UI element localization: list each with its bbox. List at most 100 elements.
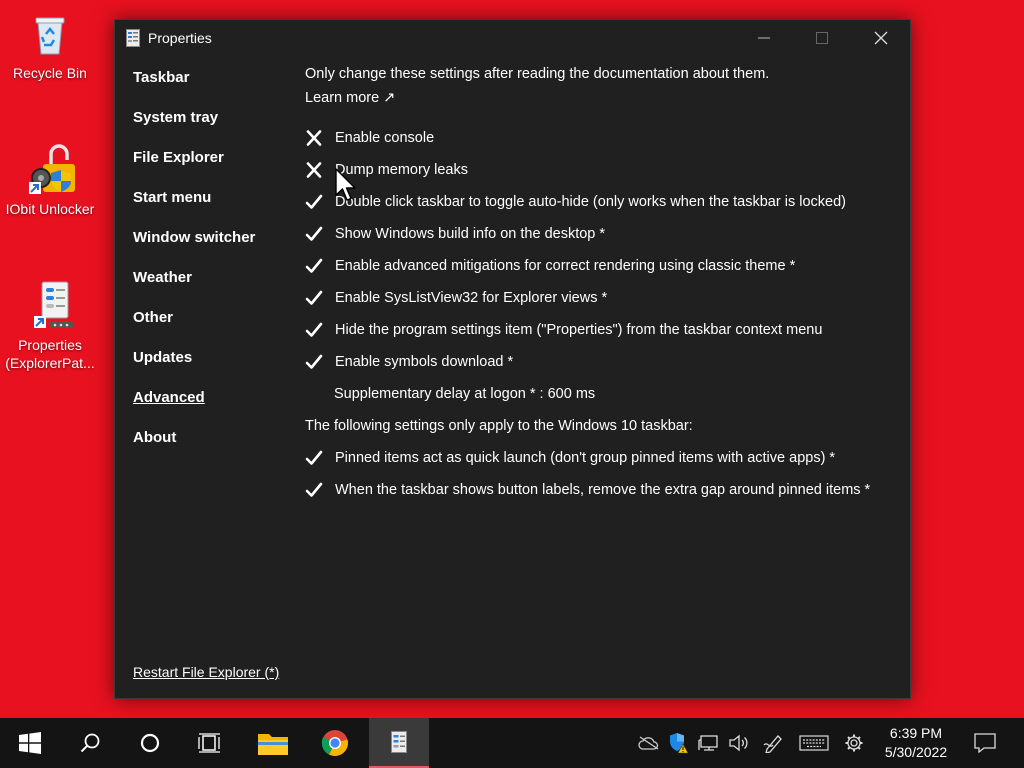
restart-file-explorer-link[interactable]: Restart File Explorer (*) — [133, 664, 279, 680]
nav-item-system-tray[interactable]: System tray — [133, 108, 293, 148]
setting-label: Enable SysListView32 for Explorer views … — [335, 290, 608, 306]
setting-label: Enable symbols download * — [335, 354, 514, 370]
search-button[interactable] — [60, 718, 120, 768]
desktop-icon-label: Recycle Bin — [13, 65, 87, 81]
setting-label: Enable console — [335, 130, 435, 146]
notification-icon — [974, 733, 996, 753]
touch-keyboard-icon — [799, 735, 829, 751]
nav-item-about[interactable]: About — [133, 428, 293, 468]
app-icon — [126, 29, 140, 47]
task-view-icon — [198, 733, 220, 753]
volume-speaker-icon — [729, 734, 748, 752]
window-title: Properties — [148, 30, 212, 46]
nav-item-file-explorer[interactable]: File Explorer — [133, 148, 293, 188]
section-heading-win10: The following settings only apply to the… — [305, 418, 693, 434]
checkmark-icon[interactable] — [305, 480, 335, 500]
setting-label: Hide the program settings item ("Propert… — [335, 322, 823, 338]
tray-defender[interactable] — [666, 718, 692, 768]
logon-delay-label: Supplementary delay at logon * : 600 ms — [334, 386, 596, 402]
file-explorer-folder-icon — [258, 734, 288, 755]
nav-item-weather[interactable]: Weather — [133, 268, 293, 308]
settings-list-win10: Pinned items act as quick launch (don't … — [305, 442, 895, 506]
maximize-button[interactable] — [793, 20, 851, 56]
clock-date: 5/30/2022 — [884, 744, 948, 760]
recycle-bin-icon — [26, 10, 74, 58]
setting-enable-syslistview32-for-explorer-views[interactable]: Enable SysListView32 for Explorer views … — [305, 282, 895, 314]
maximize-icon — [816, 32, 828, 44]
cross-icon[interactable] — [305, 160, 335, 180]
taskbar-chrome[interactable] — [305, 718, 365, 768]
nav-item-window-switcher[interactable]: Window switcher — [133, 228, 293, 268]
setting-when-the-taskbar-shows-button-labels-rem[interactable]: When the taskbar shows button labels, re… — [305, 474, 895, 506]
nav-item-start-menu[interactable]: Start menu — [133, 188, 293, 228]
setting-label: When the taskbar shows button labels, re… — [335, 482, 871, 498]
windows-security-shield-icon — [670, 733, 689, 754]
logon-delay-setting[interactable]: Supplementary delay at logon * : 600 ms — [305, 378, 895, 410]
nav-item-taskbar[interactable]: Taskbar — [133, 68, 293, 108]
checkmark-icon[interactable] — [305, 352, 335, 372]
setting-label: Double click taskbar to toggle auto-hide… — [335, 194, 846, 210]
taskbar: 6:39 PM 5/30/2022 — [0, 718, 1024, 768]
action-center-button[interactable] — [965, 718, 1005, 768]
setting-label: Enable advanced mitigations for correct … — [335, 258, 796, 274]
nav-item-advanced[interactable]: Advanced — [133, 388, 293, 428]
iobit-unlocker-icon — [26, 144, 75, 194]
network-ethernet-icon — [698, 735, 718, 751]
clock-time: 6:39 PM — [889, 725, 943, 741]
intro-text: Only change these settings after reading… — [305, 66, 770, 82]
desktop-icon-label: IObit Unlocker — [5, 201, 95, 217]
onedrive-offline-icon — [638, 736, 659, 750]
close-button[interactable] — [852, 20, 910, 56]
start-button[interactable] — [0, 718, 60, 768]
pen-workspace-icon — [763, 735, 782, 753]
checkmark-icon[interactable] — [305, 192, 335, 212]
setting-dump-memory-leaks[interactable]: Dump memory leaks — [305, 154, 895, 186]
advanced-settings-panel: Only change these settings after reading… — [305, 64, 895, 506]
chrome-icon — [321, 730, 348, 756]
setting-hide-the-program-settings-item-propertie[interactable]: Hide the program settings item ("Propert… — [305, 314, 895, 346]
setting-enable-symbols-download[interactable]: Enable symbols download * — [305, 346, 895, 378]
minimize-button[interactable] — [735, 20, 793, 56]
cortana-button[interactable] — [120, 718, 180, 768]
checkmark-icon[interactable] — [305, 256, 335, 276]
setting-label: Show Windows build info on the desktop * — [335, 226, 606, 242]
properties-app-icon — [391, 731, 407, 753]
taskbar-properties[interactable] — [369, 718, 429, 768]
properties-window: Properties Taskbar System tray File Expl… — [114, 19, 911, 699]
gear-icon — [845, 734, 863, 752]
learn-more-link[interactable]: Learn more ↗ — [305, 88, 895, 122]
taskbar-clock[interactable]: 6:39 PM 5/30/2022 — [872, 724, 960, 762]
explorerpatcher-properties-icon — [26, 281, 74, 330]
sidebar-nav: Taskbar System tray File Explorer Start … — [133, 68, 293, 468]
search-icon — [80, 733, 100, 753]
checkmark-icon[interactable] — [305, 224, 335, 244]
checkmark-icon[interactable] — [305, 288, 335, 308]
settings-list: Enable console Dump memory leaks Double cl… — [305, 122, 895, 378]
setting-enable-advanced-mitigations-for-correct-[interactable]: Enable advanced mitigations for correct … — [305, 250, 895, 282]
cortana-circle-icon — [140, 733, 160, 753]
cross-icon[interactable] — [305, 128, 335, 148]
mouse-cursor-icon — [335, 168, 356, 201]
tray-onedrive[interactable] — [636, 718, 662, 768]
setting-label: Pinned items act as quick launch (don't … — [335, 450, 836, 466]
desktop-icon-recycle-bin[interactable]: Recycle Bin — [0, 10, 100, 82]
setting-double-click-taskbar-to-toggle-auto-hide[interactable]: Double click taskbar to toggle auto-hide… — [305, 186, 895, 218]
checkmark-icon[interactable] — [305, 448, 335, 468]
desktop-icon-properties[interactable]: Properties (ExplorerPat... — [0, 281, 100, 372]
taskbar-file-explorer[interactable] — [243, 718, 303, 768]
task-view-button[interactable] — [180, 718, 240, 768]
setting-enable-console[interactable]: Enable console — [305, 122, 895, 154]
tray-pen-workspace[interactable] — [760, 718, 788, 768]
nav-item-other[interactable]: Other — [133, 308, 293, 348]
checkmark-icon[interactable] — [305, 320, 335, 340]
minimize-icon — [758, 37, 770, 39]
tray-volume[interactable] — [726, 718, 752, 768]
tray-settings[interactable] — [840, 718, 868, 768]
desktop-icon-iobit-unlocker[interactable]: IObit Unlocker — [0, 144, 100, 218]
nav-item-updates[interactable]: Updates — [133, 348, 293, 388]
title-bar[interactable]: Properties — [115, 20, 910, 56]
tray-network[interactable] — [696, 718, 722, 768]
setting-pinned-items-act-as-quick-launch-don-t-g[interactable]: Pinned items act as quick launch (don't … — [305, 442, 895, 474]
tray-touch-keyboard[interactable] — [796, 718, 832, 768]
setting-show-windows-build-info-on-the-desktop[interactable]: Show Windows build info on the desktop * — [305, 218, 895, 250]
